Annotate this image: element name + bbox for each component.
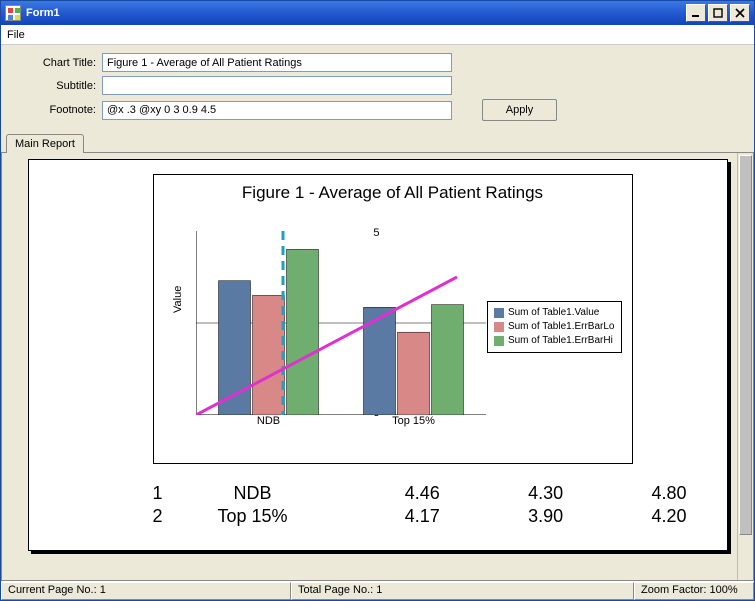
chart-ylabel: Value [172,286,184,313]
menubar: File [1,25,754,45]
report-viewer: Figure 1 - Average of All Patient Rating… [1,152,754,581]
tab-main-report[interactable]: Main Report [6,134,84,153]
window-title: Form1 [26,7,60,19]
chart-plot [196,231,486,415]
chart-legend: Sum of Table1.Value Sum of Table1.ErrBar… [487,301,622,353]
chart-xtick: Top 15% [392,415,435,427]
statusbar: Current Page No.: 1 Total Page No.: 1 Zo… [1,581,754,600]
status-current-page: Current Page No.: 1 [1,582,291,600]
chart: Figure 1 - Average of All Patient Rating… [153,174,633,464]
tabstrip: Main Report [1,133,754,152]
legend-item: Sum of Table1.ErrBarHi [494,334,615,348]
table-row: 2 Top 15% 4.17 3.90 4.20 [133,505,693,528]
vertical-scrollbar[interactable] [737,153,753,580]
maximize-button[interactable] [708,4,728,22]
legend-item: Sum of Table1.ErrBarLo [494,320,615,334]
menu-file[interactable]: File [7,29,25,41]
legend-swatch-icon [494,322,504,332]
scrollbar-thumb[interactable] [739,155,752,535]
status-total-page: Total Page No.: 1 [291,582,634,600]
report-canvas[interactable]: Figure 1 - Average of All Patient Rating… [2,153,753,580]
table-row: 1 NDB 4.46 4.30 4.80 [133,482,693,505]
chart-title-label: Chart Title: [17,57,102,69]
titlebar[interactable]: Form1 [1,1,754,25]
close-button[interactable] [730,4,750,22]
status-zoom: Zoom Factor: 100% [634,582,754,600]
subtitle-label: Subtitle: [17,80,102,92]
subtitle-input[interactable] [102,76,452,95]
app-icon [5,5,21,21]
legend-item: Sum of Table1.Value [494,306,615,320]
legend-swatch-icon [494,336,504,346]
data-table: 1 NDB 4.46 4.30 4.80 2 Top 15% 4.17 3.90… [133,482,683,528]
apply-button[interactable]: Apply [482,99,557,121]
chart-title: Figure 1 - Average of All Patient Rating… [154,175,632,207]
chart-title-input[interactable] [102,53,452,72]
minimize-button[interactable] [686,4,706,22]
footnote-label: Footnote: [17,104,102,116]
chart-xtick: NDB [257,415,280,427]
footnote-input[interactable] [102,101,452,120]
app-window: Form1 File Chart Title: Subtitle: Footno… [0,0,755,601]
legend-swatch-icon [494,308,504,318]
form-area: Chart Title: Subtitle: Footnote: Apply [1,45,754,129]
report-page: Figure 1 - Average of All Patient Rating… [28,159,728,551]
